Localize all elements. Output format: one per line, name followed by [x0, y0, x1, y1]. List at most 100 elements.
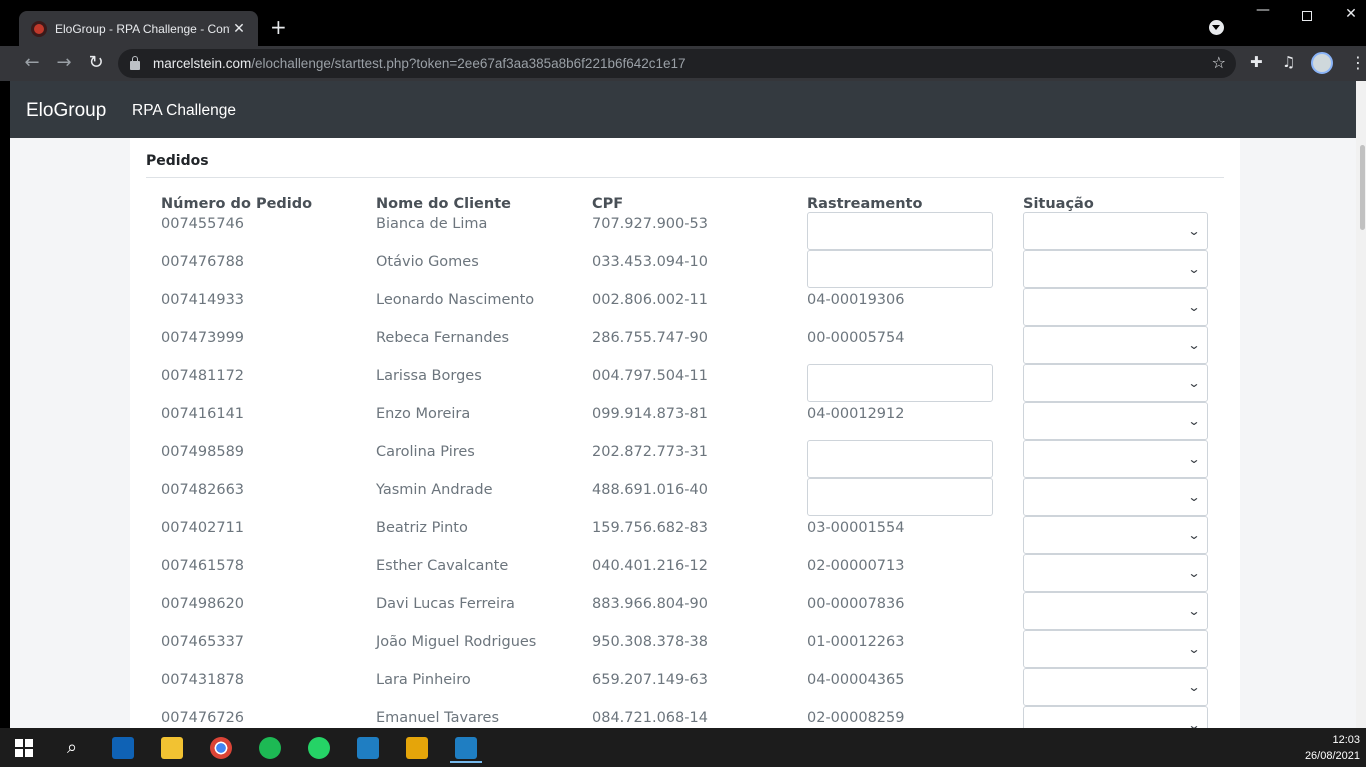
back-button[interactable]: ←: [20, 52, 44, 73]
order-number: 007416141: [161, 406, 245, 422]
spotify-icon: [259, 736, 281, 759]
customer-cpf: 159.756.682-83: [592, 520, 708, 536]
status-select[interactable]: ⌄: [1023, 516, 1208, 554]
bookmark-star-icon[interactable]: ☆: [1212, 53, 1226, 72]
chevron-down-icon: ⌄: [1187, 338, 1201, 352]
table-row: 007498589 Carolina Pires 202.872.773-31 ⌄: [146, 440, 1224, 479]
tracking-code: 01-00012263: [807, 634, 905, 650]
status-select[interactable]: ⌄: [1023, 402, 1208, 440]
chevron-down-icon: ⌄: [1187, 376, 1201, 390]
whatsapp-icon: [308, 736, 330, 759]
status-select[interactable]: ⌄: [1023, 440, 1208, 478]
extensions-puzzle-icon[interactable]: ✚: [1250, 53, 1263, 71]
status-select[interactable]: ⌄: [1023, 630, 1208, 668]
nav-link-rpa-challenge[interactable]: RPA Challenge: [132, 102, 236, 120]
brand-logo[interactable]: EloGroup: [26, 100, 106, 122]
lock-icon[interactable]: [130, 56, 140, 70]
reload-button[interactable]: ↻: [84, 52, 108, 73]
order-number: 007482663: [161, 482, 245, 498]
column-header-nome: Nome do Cliente: [376, 196, 511, 212]
order-number: 007476788: [161, 254, 245, 270]
search-taskbar-button[interactable]: ⌕: [50, 732, 94, 763]
search-icon: ⌕: [66, 736, 78, 758]
tracking-code: 04-00012912: [807, 406, 905, 422]
new-tab-button[interactable]: +: [270, 17, 287, 37]
browser-tab[interactable]: EloGroup - RPA Challenge - Cont ✕: [19, 11, 258, 46]
table-row: 007498620 Davi Lucas Ferreira 883.966.804-…: [146, 592, 1224, 631]
tab-search-icon[interactable]: [1209, 20, 1224, 35]
maximize-button[interactable]: [1292, 6, 1322, 25]
customer-cpf: 033.453.094-10: [592, 254, 708, 270]
customer-cpf: 202.872.773-31: [592, 444, 708, 460]
browser-menu-icon[interactable]: ⋮: [1350, 53, 1366, 72]
page-scrollbar-thumb[interactable]: [1360, 145, 1365, 230]
file-explorer-taskbar-button[interactable]: [150, 732, 194, 763]
url-text[interactable]: marcelstein.com/elochallenge/starttest.p…: [153, 56, 686, 71]
web-page: EloGroup RPA Challenge Pedidos Número do…: [10, 81, 1356, 728]
customer-name: Larissa Borges: [376, 368, 482, 384]
table-row: 007481172 Larissa Borges 004.797.504-11 ⌄: [146, 364, 1224, 403]
table-row: 007455746 Bianca de Lima 707.927.900-53 ⌄: [146, 212, 1224, 251]
table-row: 007402711 Beatriz Pinto 159.756.682-83 03-0…: [146, 516, 1224, 555]
status-select[interactable]: ⌄: [1023, 288, 1208, 326]
customer-name: Beatriz Pinto: [376, 520, 468, 536]
outlook-taskbar-button[interactable]: [101, 732, 145, 763]
column-header-cpf: CPF: [592, 196, 624, 212]
status-select[interactable]: ⌄: [1023, 326, 1208, 364]
address-bar[interactable]: marcelstein.com/elochallenge/starttest.p…: [118, 49, 1236, 78]
system-clock[interactable]: 12:03 26/08/2021: [1305, 732, 1360, 764]
customer-cpf: 950.308.378-38: [592, 634, 708, 650]
sisbr-taskbar-button[interactable]: [346, 732, 390, 763]
chevron-down-icon: ⌄: [1187, 680, 1201, 694]
order-number: 007476726: [161, 710, 245, 726]
tab-close-icon[interactable]: ✕: [230, 21, 248, 37]
customer-name: Lara Pinheiro: [376, 672, 471, 688]
status-select[interactable]: ⌄: [1023, 478, 1208, 516]
moving-truck-taskbar-button[interactable]: [395, 732, 439, 763]
tracking-input[interactable]: [807, 212, 993, 250]
tracking-code: 03-00001554: [807, 520, 905, 536]
minimize-button[interactable]: —: [1248, 2, 1278, 18]
status-select[interactable]: ⌄: [1023, 668, 1208, 706]
table-row: 007482663 Yasmin Andrade 488.691.016-40 ⌄: [146, 478, 1224, 517]
chevron-down-icon: ⌄: [1187, 452, 1201, 466]
column-header-rastreamento: Rastreamento: [807, 196, 923, 212]
status-select[interactable]: ⌄: [1023, 592, 1208, 630]
status-select[interactable]: ⌄: [1023, 706, 1208, 728]
sisbr-active-icon: [455, 736, 477, 759]
forward-button[interactable]: →: [52, 52, 76, 73]
tracking-input[interactable]: [807, 478, 993, 516]
customer-cpf: 707.927.900-53: [592, 216, 708, 232]
sisbr-active-taskbar-button[interactable]: [444, 732, 488, 763]
tracking-input[interactable]: [807, 250, 993, 288]
elogroup-favicon-icon: [31, 20, 47, 37]
chrome-taskbar-button[interactable]: [199, 732, 243, 763]
outlook-icon: [112, 736, 134, 759]
status-select[interactable]: ⌄: [1023, 250, 1208, 288]
tracking-code: 00-00007836: [807, 596, 905, 612]
status-select[interactable]: ⌄: [1023, 554, 1208, 592]
browser-toolbar: ← → ↻ marcelstein.com/elochallenge/start…: [0, 46, 1366, 81]
customer-cpf: 004.797.504-11: [592, 368, 708, 384]
status-select[interactable]: ⌄: [1023, 364, 1208, 402]
table-row: 007465337 João Miguel Rodrigues 950.308.37…: [146, 630, 1224, 669]
column-header-situacao: Situação: [1023, 196, 1094, 212]
tracking-input[interactable]: [807, 440, 993, 478]
table-row: 007473999 Rebeca Fernandes 286.755.747-90 0…: [146, 326, 1224, 365]
media-control-icon[interactable]: ♫: [1282, 53, 1295, 71]
order-number: 007431878: [161, 672, 245, 688]
status-select[interactable]: ⌄: [1023, 212, 1208, 250]
spotify-taskbar-button[interactable]: [248, 732, 292, 763]
order-number: 007465337: [161, 634, 245, 650]
close-window-button[interactable]: ✕: [1336, 6, 1366, 22]
whatsapp-taskbar-button[interactable]: [297, 732, 341, 763]
card-title: Pedidos: [146, 153, 209, 169]
chevron-down-icon: ⌄: [1187, 414, 1201, 428]
tracking-input[interactable]: [807, 364, 993, 402]
customer-name: Yasmin Andrade: [376, 482, 493, 498]
chevron-down-icon: ⌄: [1187, 528, 1201, 542]
url-path: /elochallenge/starttest.php?token=2ee67a…: [251, 56, 686, 71]
chevron-down-icon: ⌄: [1187, 718, 1201, 728]
windows-start-taskbar-button[interactable]: [2, 732, 46, 763]
profile-avatar[interactable]: [1311, 52, 1333, 74]
